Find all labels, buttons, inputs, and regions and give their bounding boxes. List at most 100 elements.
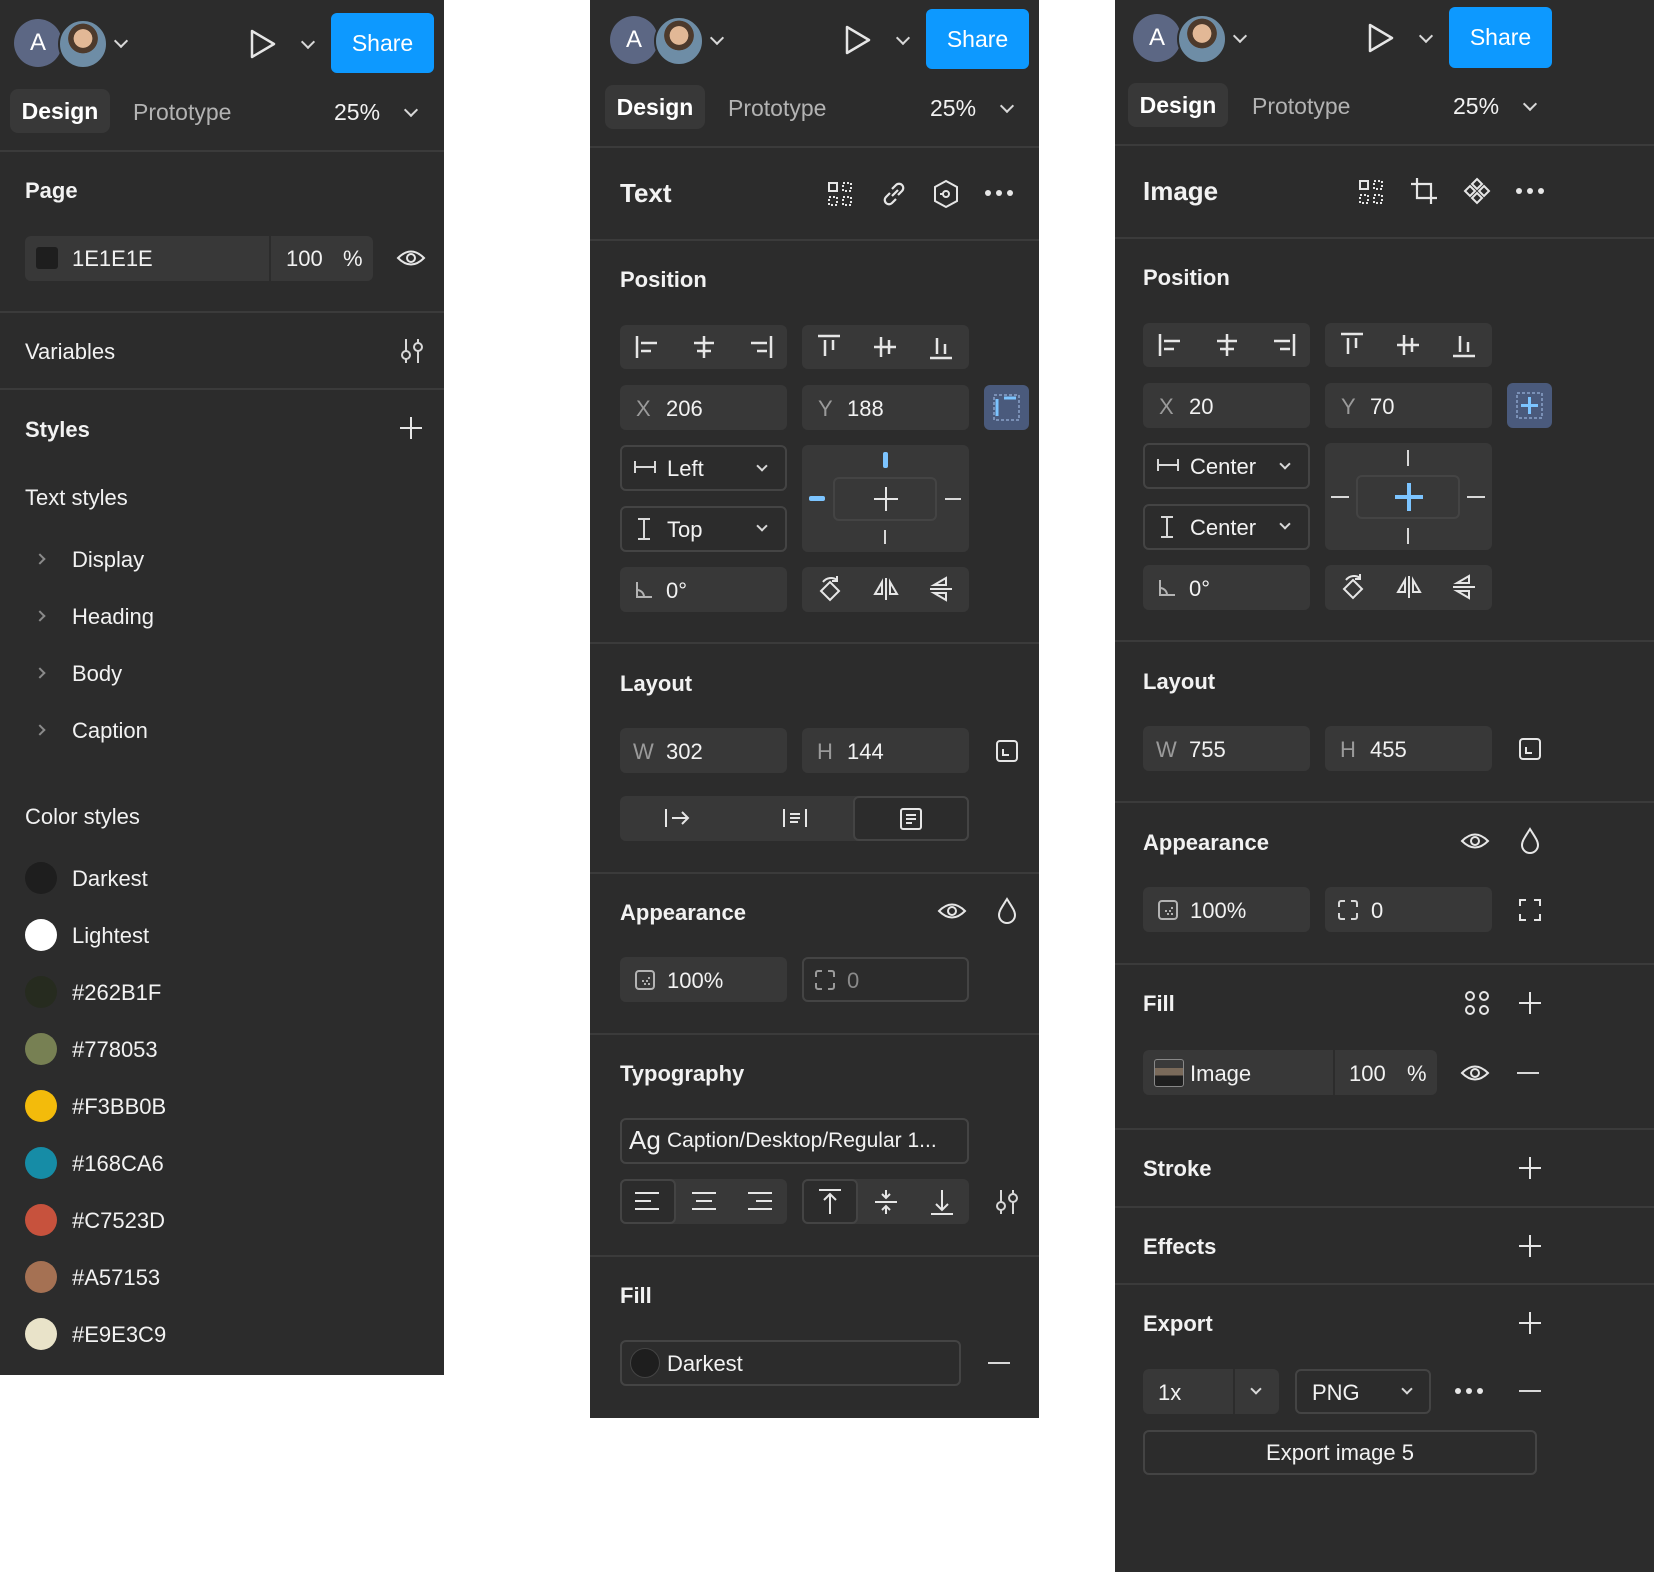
- constraint-bottom[interactable]: [1407, 528, 1409, 544]
- color-style-item[interactable]: Darkest: [0, 857, 444, 901]
- add-export-plus-icon[interactable]: [1518, 1311, 1542, 1335]
- style-grid-icon[interactable]: [1464, 990, 1490, 1016]
- align-right-icon[interactable]: [1270, 333, 1296, 357]
- add-effect-plus-icon[interactable]: [1518, 1234, 1542, 1258]
- page-color-value[interactable]: 1E1E1E: [72, 246, 153, 272]
- text-style-item[interactable]: Heading: [0, 597, 444, 637]
- constraint-right[interactable]: [1467, 496, 1485, 498]
- tab-design[interactable]: Design: [10, 89, 110, 133]
- eye-icon[interactable]: [937, 900, 967, 922]
- remove-export-minus-icon[interactable]: [1519, 1390, 1541, 1392]
- tab-prototype[interactable]: Prototype: [1252, 93, 1350, 120]
- page-color-swatch[interactable]: [36, 247, 58, 269]
- fill-swatch[interactable]: [630, 1348, 660, 1378]
- text-align-right-icon[interactable]: [747, 1191, 773, 1211]
- remove-fill-minus-icon[interactable]: [1517, 1072, 1539, 1074]
- more-options-icon[interactable]: [1515, 187, 1545, 195]
- add-stroke-plus-icon[interactable]: [1518, 1156, 1542, 1180]
- align-bottom-icon[interactable]: [1452, 332, 1476, 358]
- resize-to-fit-icon[interactable]: [995, 739, 1019, 763]
- color-style-item[interactable]: #C7523D: [0, 1199, 444, 1243]
- chevron-down-icon[interactable]: [113, 33, 129, 49]
- constraint-toggle-button[interactable]: [1507, 383, 1552, 428]
- constraint-top-active[interactable]: [883, 452, 888, 468]
- text-style-item[interactable]: Display: [0, 540, 444, 580]
- flip-vertical-icon[interactable]: [929, 576, 953, 602]
- constraint-left-active[interactable]: [809, 496, 825, 501]
- align-vertical-center-icon[interactable]: [873, 334, 897, 360]
- align-left-icon[interactable]: [635, 335, 661, 359]
- y-value[interactable]: 188: [847, 396, 884, 422]
- align-horizontal-center-icon[interactable]: [1214, 333, 1240, 357]
- color-style-item[interactable]: Lightest: [0, 914, 444, 958]
- tab-prototype[interactable]: Prototype: [728, 95, 826, 122]
- rotation-value[interactable]: 0°: [666, 578, 687, 604]
- corner-radius-value[interactable]: 0: [1371, 898, 1383, 924]
- vertical-align-middle-icon[interactable]: [873, 1188, 899, 1216]
- more-options-icon[interactable]: [984, 189, 1014, 197]
- eye-icon[interactable]: [396, 247, 426, 269]
- image-fill-thumbnail[interactable]: [1154, 1059, 1184, 1087]
- color-style-item[interactable]: #168CA6: [0, 1142, 444, 1186]
- play-options-chevron-icon[interactable]: [895, 30, 911, 46]
- align-bottom-icon[interactable]: [929, 334, 953, 360]
- height-value[interactable]: 455: [1370, 737, 1407, 763]
- flip-vertical-icon[interactable]: [1452, 574, 1476, 600]
- play-icon[interactable]: [843, 24, 873, 56]
- flip-horizontal-icon[interactable]: [873, 577, 899, 601]
- tab-design[interactable]: Design: [1128, 83, 1228, 127]
- zoom-level[interactable]: 25%: [334, 99, 380, 126]
- auto-width-icon[interactable]: [663, 807, 691, 829]
- text-align-center-icon[interactable]: [691, 1191, 717, 1211]
- play-icon[interactable]: [248, 28, 278, 60]
- share-button[interactable]: Share: [926, 9, 1029, 69]
- independent-corners-icon[interactable]: [1518, 898, 1542, 922]
- constraint-toggle-button[interactable]: [984, 385, 1029, 430]
- auto-height-icon[interactable]: [781, 807, 809, 829]
- x-value[interactable]: 206: [666, 396, 703, 422]
- image-fill-field[interactable]: [1143, 1050, 1437, 1095]
- add-fill-plus-icon[interactable]: [1518, 991, 1542, 1015]
- rotate-icon[interactable]: [1340, 572, 1366, 602]
- export-settings-more-icon[interactable]: [1454, 1387, 1484, 1395]
- link-icon[interactable]: [880, 180, 908, 208]
- zoom-chevron-icon[interactable]: [403, 102, 419, 118]
- variables-sliders-icon[interactable]: [398, 337, 426, 365]
- zoom-chevron-icon[interactable]: [1522, 96, 1538, 112]
- rotation-value[interactable]: 0°: [1189, 576, 1210, 602]
- share-button[interactable]: Share: [331, 13, 434, 73]
- align-left-icon[interactable]: [1158, 333, 1184, 357]
- user-avatar-photo[interactable]: [58, 19, 108, 69]
- crop-icon[interactable]: [1410, 177, 1438, 205]
- user-avatar-initial[interactable]: A: [14, 19, 62, 67]
- user-avatar-photo[interactable]: [1177, 14, 1227, 64]
- align-horizontal-center-icon[interactable]: [691, 335, 717, 359]
- opacity-value[interactable]: 100%: [667, 968, 723, 994]
- constraint-bottom[interactable]: [884, 530, 886, 544]
- grid-dots-icon[interactable]: [1358, 179, 1384, 205]
- vertical-align-bottom-icon[interactable]: [929, 1188, 955, 1216]
- blend-drop-icon[interactable]: [1519, 827, 1541, 855]
- constraint-right[interactable]: [945, 498, 961, 500]
- align-top-icon[interactable]: [817, 334, 841, 360]
- user-avatar-photo[interactable]: [654, 16, 704, 66]
- chevron-down-icon[interactable]: [709, 30, 725, 46]
- play-icon[interactable]: [1366, 22, 1396, 54]
- add-style-plus-icon[interactable]: [399, 416, 423, 440]
- share-button[interactable]: Share: [1449, 7, 1552, 68]
- component-target-icon[interactable]: [932, 179, 960, 209]
- width-value[interactable]: 302: [666, 739, 703, 765]
- page-opacity-value[interactable]: 100: [286, 246, 323, 272]
- align-top-icon[interactable]: [1340, 332, 1364, 358]
- zoom-level[interactable]: 25%: [930, 95, 976, 122]
- width-value[interactable]: 755: [1189, 737, 1226, 763]
- eye-icon[interactable]: [1460, 1062, 1490, 1084]
- user-avatar-initial[interactable]: A: [1133, 14, 1181, 62]
- align-right-icon[interactable]: [747, 335, 773, 359]
- y-value[interactable]: 70: [1370, 394, 1394, 420]
- type-settings-sliders-icon[interactable]: [994, 1188, 1020, 1216]
- blend-drop-icon[interactable]: [996, 897, 1018, 925]
- export-button[interactable]: Export image 5: [1143, 1430, 1537, 1475]
- variables-title[interactable]: Variables: [25, 339, 115, 365]
- corner-radius-value[interactable]: 0: [847, 968, 859, 994]
